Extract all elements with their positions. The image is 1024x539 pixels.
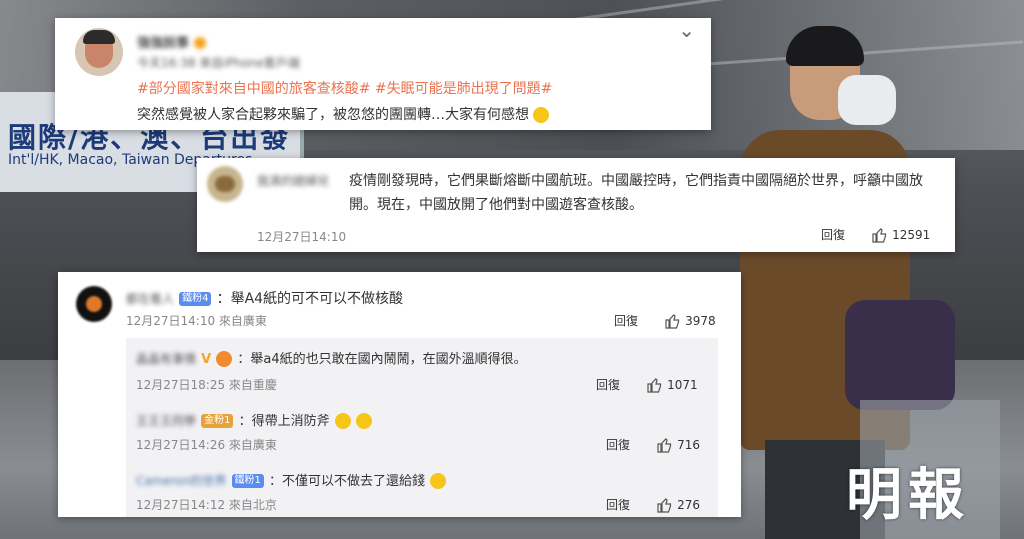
vip-v-icon: V xyxy=(201,352,212,367)
reply-list: 晶晶有事情 V ：舉a4紙的也只敢在國內鬧鬧，在國外溫順得很。 12月27日18… xyxy=(126,338,718,517)
like-count: 276 xyxy=(677,498,700,512)
comment-time: 12月27日14:10 xyxy=(257,230,347,244)
fan-badge: 鐵粉1 xyxy=(231,473,264,488)
comment-username[interactable]: 我滴的媳婦兒 xyxy=(257,172,329,189)
post-text: 突然感覺被人家合起夥來騙了，被忽悠的團團轉…大家有何感想 xyxy=(137,107,529,123)
comment-text: 疫情剛發現時，它們果斷熔斷中國航班。中國嚴控時，它們指責中國隔絕於世界，呼籲中國… xyxy=(349,173,923,213)
reply-text: ：舉a4紙的也只敢在國內鬧鬧，在國外溫順得很。 xyxy=(237,352,527,367)
laughing-crying-emoji-icon xyxy=(355,412,372,429)
post-meta: 今天16:38 來自iPhone客戶端 xyxy=(137,56,300,70)
fan-badge: 鐵粉4 xyxy=(179,291,212,306)
like-count: 1071 xyxy=(667,378,698,392)
comment-avatar[interactable] xyxy=(207,166,243,202)
luggage-bag xyxy=(845,300,955,410)
reply-text: ：得帶上消防斧 xyxy=(238,414,330,429)
reply-button[interactable]: 回復 xyxy=(606,496,630,513)
reply-username[interactable]: 王王王同學 xyxy=(136,414,196,428)
thumb-up-icon xyxy=(665,313,680,329)
mingpao-logo: 明報 xyxy=(846,462,970,528)
reply-button[interactable]: 回復 xyxy=(596,376,620,393)
comment-card: 我滴的媳婦兒 疫情剛發現時，它們果斷熔斷中國航班。中國嚴控時，它們指責中國隔絕於… xyxy=(197,158,955,252)
thumb-up-icon xyxy=(657,437,672,453)
laughing-crying-emoji-icon xyxy=(334,412,351,429)
thread-avatar[interactable] xyxy=(76,286,112,322)
like-button[interactable]: 3978 xyxy=(664,310,716,329)
like-button[interactable]: 716 xyxy=(656,434,700,453)
post-card: 強強說事 今天16:38 來自iPhone客戶端 ⌄ #部分國家對來自中國的旅客… xyxy=(55,18,711,130)
thumb-up-icon xyxy=(872,227,887,243)
thinking-emoji-icon xyxy=(533,107,550,123)
like-button[interactable]: 276 xyxy=(656,494,700,513)
thread-text: ：舉A4紙的可不可以不做核酸 xyxy=(216,291,404,307)
reply-time: 12月27日18:25 來自重慶 xyxy=(136,378,277,392)
post-topics[interactable]: #部分國家對來自中國的旅客查核酸# #失眠可能是肺出現了問題# xyxy=(137,78,552,98)
reply-time: 12月27日14:26 來自廣東 xyxy=(136,438,277,452)
comment-thread-card: 都在看人 鐵粉4 ：舉A4紙的可不可以不做核酸 12月27日14:10 來自廣東… xyxy=(58,272,741,517)
verified-icon xyxy=(194,36,207,49)
post-avatar[interactable] xyxy=(75,28,123,76)
reply-button[interactable]: 回復 xyxy=(606,436,630,453)
grinning-emoji-icon xyxy=(430,472,447,489)
like-button[interactable]: 12591 xyxy=(871,224,930,243)
reply-button[interactable]: 回復 xyxy=(614,312,638,329)
fan-badge: 金粉1 xyxy=(201,413,234,428)
like-button[interactable]: 1071 xyxy=(646,374,698,393)
like-count: 716 xyxy=(677,438,700,452)
chevron-down-icon[interactable]: ⌄ xyxy=(678,18,695,42)
reply-username[interactable]: 晶晶有事情 xyxy=(136,352,196,366)
thread-time: 12月27日14:10 來自廣東 xyxy=(126,314,267,328)
thumb-up-icon xyxy=(657,497,672,513)
reply-username[interactable]: Cameron的世界 xyxy=(136,474,226,488)
reply-text: ：不僅可以不做去了還給錢 xyxy=(269,474,426,489)
post-username[interactable]: 強強說事 xyxy=(137,36,189,51)
like-count: 12591 xyxy=(892,228,931,242)
emoji-icon xyxy=(216,350,233,367)
reply-button[interactable]: 回復 xyxy=(821,226,845,243)
reply-time: 12月27日14:12 來自北京 xyxy=(136,498,277,512)
thumb-up-icon xyxy=(647,377,662,393)
thread-username[interactable]: 都在看人 xyxy=(126,292,174,306)
like-count: 3978 xyxy=(685,314,716,328)
